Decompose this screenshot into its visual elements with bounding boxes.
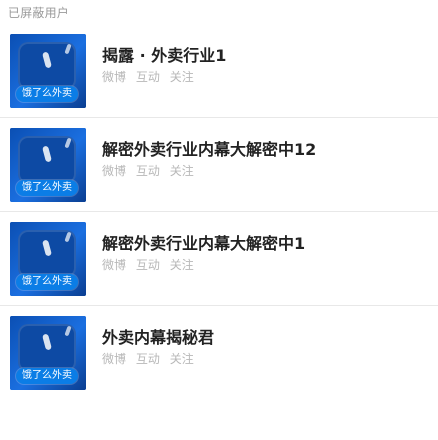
list-item[interactable]: 饿了么外卖 解密外卖行业内幕大解密中12 微博 互动 关注: [0, 118, 438, 212]
user-name[interactable]: 外卖内幕揭秘君: [102, 324, 214, 348]
avatar-tag: 饿了么外卖: [16, 368, 78, 384]
meta-interaction: 互动: [135, 258, 160, 272]
blocked-users-list: 饿了么外卖 揭露 · 外卖行业1 微博 互动 关注 饿了么外卖 解密外卖行业内幕…: [0, 24, 438, 399]
meta-follow: 关注: [169, 70, 194, 84]
avatar-tag: 饿了么外卖: [16, 180, 78, 196]
user-name[interactable]: 解密外卖行业内幕大解密中12: [102, 136, 316, 160]
blocked-users-page: 已屏蔽用户 饿了么外卖 揭露 · 外卖行业1 微博 互动 关注 饿了么外卖 解密…: [0, 0, 438, 440]
meta-follow: 关注: [169, 352, 194, 366]
meta-interaction: 互动: [135, 70, 160, 84]
avatar-tag: 饿了么外卖: [16, 86, 78, 102]
list-item[interactable]: 饿了么外卖 揭露 · 外卖行业1 微博 互动 关注: [0, 24, 438, 118]
user-name[interactable]: 解密外卖行业内幕大解密中1: [102, 230, 305, 254]
avatar[interactable]: 饿了么外卖: [10, 222, 86, 296]
user-meta: 微博 互动 关注: [102, 68, 200, 85]
list-item[interactable]: 饿了么外卖 解密外卖行业内幕大解密中1 微博 互动 关注: [0, 212, 438, 306]
section-title: 已屏蔽用户: [8, 6, 70, 20]
user-meta: 微博 互动 关注: [102, 350, 200, 367]
user-meta: 微博 互动 关注: [102, 256, 200, 273]
meta-weibo: 微博: [102, 352, 127, 366]
meta-weibo: 微博: [102, 164, 127, 178]
meta-interaction: 互动: [135, 164, 160, 178]
meta-follow: 关注: [169, 164, 194, 178]
meta-weibo: 微博: [102, 258, 127, 272]
meta-follow: 关注: [169, 258, 194, 272]
avatar-tag: 饿了么外卖: [16, 274, 78, 290]
meta-interaction: 互动: [135, 352, 160, 366]
avatar[interactable]: 饿了么外卖: [10, 34, 86, 108]
user-meta: 微博 互动 关注: [102, 162, 200, 179]
meta-weibo: 微博: [102, 70, 127, 84]
avatar[interactable]: 饿了么外卖: [10, 128, 86, 202]
user-name[interactable]: 揭露 · 外卖行业1: [102, 42, 226, 66]
avatar[interactable]: 饿了么外卖: [10, 316, 86, 390]
list-item[interactable]: 饿了么外卖 外卖内幕揭秘君 微博 互动 关注: [0, 306, 438, 399]
